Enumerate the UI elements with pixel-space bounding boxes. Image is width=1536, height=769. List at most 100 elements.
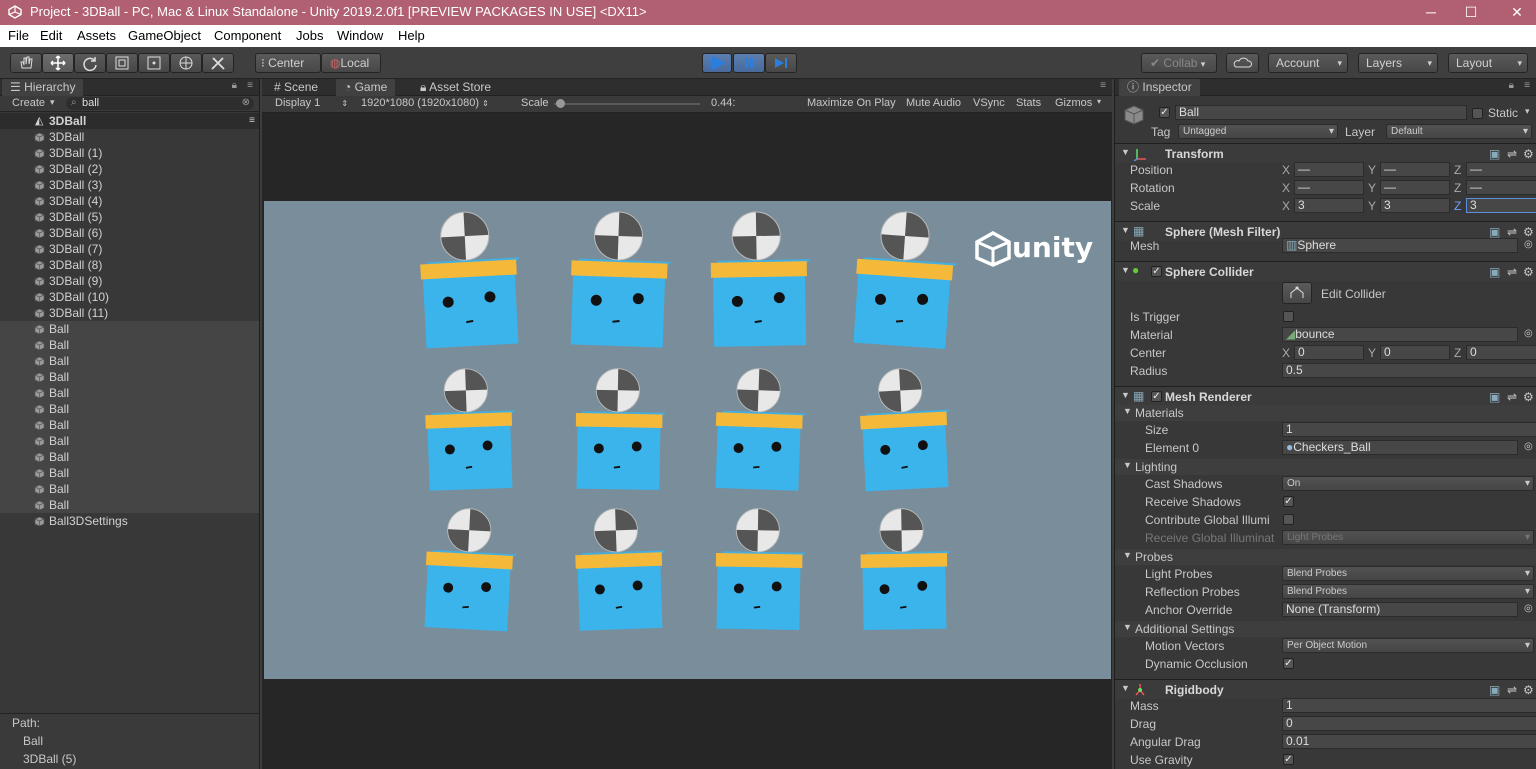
preset-icon[interactable]: ⇌ [1507,147,1517,161]
close-button[interactable]: ✕ [1494,0,1536,25]
axis-z-label[interactable]: Z [1454,163,1461,177]
axis-y-label[interactable]: Y [1368,346,1376,360]
hierarchy-item[interactable]: Ball [0,385,259,401]
scale-slider[interactable] [554,99,700,108]
help-book-icon[interactable]: ▣ [1489,147,1500,161]
hierarchy-item[interactable]: 3DBall (2) [0,161,259,177]
hierarchy-item[interactable]: 3DBall (10) [0,289,259,305]
menu-edit[interactable]: Edit [40,28,62,43]
sphere-collider-header[interactable]: ▼ ● ✓ Sphere Collider ▣ ⇌ ⚙ [1115,261,1536,281]
play-button[interactable] [702,53,732,73]
mute-audio-toggle[interactable]: Mute Audio [906,97,961,109]
axis-y-label[interactable]: Y [1368,199,1376,213]
object-picker-icon[interactable]: ◎ [1524,441,1533,452]
search-input[interactable]: ⌕ ball ⊗ [66,97,254,110]
foldout-arrow-icon[interactable]: ▼ [1121,265,1130,275]
hand-tool-button[interactable] [10,53,42,73]
hierarchy-item[interactable]: Ball [0,337,259,353]
receive-shadows-checkbox[interactable]: ✓ [1283,496,1294,507]
pivot-center-toggle[interactable]: ⁝ Center [255,53,321,73]
gear-icon[interactable]: ⚙ [1523,225,1534,239]
maximize-on-play-toggle[interactable]: Maximize On Play [807,97,896,109]
hierarchy-item[interactable]: 3DBall (5) [0,209,259,225]
foldout-arrow-icon[interactable]: ▼ [1121,683,1130,693]
help-book-icon[interactable]: ▣ [1489,225,1500,239]
angular-drag-field[interactable]: 0.01 [1282,734,1536,749]
transform-header[interactable]: ▼ Transform ▣ ⇌ ⚙ [1115,143,1536,163]
menu-jobs[interactable]: Jobs [296,28,323,43]
rotation-y-field[interactable]: — [1380,180,1450,195]
axis-z-label[interactable]: Z [1454,346,1461,360]
contribute-gi-checkbox[interactable] [1283,514,1294,525]
tab-scene[interactable]: # Scene [266,79,326,96]
scale-y-field[interactable]: 3 [1380,198,1450,213]
probes-section[interactable]: ▼ Probes [1115,549,1536,565]
axis-x-label[interactable]: X [1282,199,1290,213]
hierarchy-item[interactable]: Ball [0,465,259,481]
hierarchy-item[interactable]: Ball [0,353,259,369]
mesh-renderer-header[interactable]: ▼ ▦ ✓ Mesh Renderer ▣ ⇌ ⚙ [1115,386,1536,406]
menu-file[interactable]: File [8,28,29,43]
motion-vectors-dropdown[interactable]: Per Object Motion [1282,638,1534,653]
cast-shadows-dropdown[interactable]: On [1282,476,1534,491]
tab-inspector[interactable]: ⓘ Inspector [1119,79,1200,96]
hierarchy-item[interactable]: Ball [0,321,259,337]
gear-icon[interactable]: ⚙ [1523,390,1534,404]
help-book-icon[interactable]: ▣ [1489,265,1500,279]
hierarchy-item[interactable]: Ball3DSettings [0,513,259,529]
axis-y-label[interactable]: Y [1368,163,1376,177]
path-item[interactable]: Ball [23,734,43,748]
help-book-icon[interactable]: ▣ [1489,683,1500,697]
rotation-x-field[interactable]: — [1294,180,1364,195]
hierarchy-item[interactable]: 3DBall (8) [0,257,259,273]
collider-material-field[interactable]: ◢bounce [1282,327,1518,342]
hierarchy-item[interactable]: Ball [0,401,259,417]
step-button[interactable] [765,53,797,73]
hierarchy-item[interactable]: Ball [0,481,259,497]
preset-icon[interactable]: ⇌ [1507,265,1517,279]
hierarchy-item[interactable]: 3DBall (6) [0,225,259,241]
lighting-section[interactable]: ▼ Lighting [1115,459,1536,475]
foldout-arrow-icon[interactable]: ▼ [1121,147,1130,157]
drag-field[interactable]: 0 [1282,716,1536,731]
is-trigger-checkbox[interactable] [1283,311,1294,322]
foldout-arrow-icon[interactable]: ▼ [1121,390,1130,400]
dynamic-occlusion-checkbox[interactable]: ✓ [1283,658,1294,669]
rotate-tool-button[interactable] [74,53,106,73]
gizmos-dropdown[interactable]: Gizmos [1055,97,1092,109]
vsync-toggle[interactable]: VSync [973,97,1005,109]
move-tool-button[interactable] [42,53,74,73]
panel-menu-icon[interactable]: ≡ [247,80,253,91]
active-checkbox[interactable]: ✓ [1159,107,1170,118]
reflection-probes-dropdown[interactable]: Blend Probes [1282,584,1534,599]
center-z-field[interactable]: 0 [1466,345,1536,360]
panel-menu-icon[interactable]: ≡ [1100,80,1106,91]
create-dropdown[interactable]: Create [12,97,45,109]
position-z-field[interactable]: — [1466,162,1536,177]
stats-toggle[interactable]: Stats [1016,97,1041,109]
materials-section[interactable]: ▼ Materials [1115,405,1536,421]
clear-search-icon[interactable]: ⊗ [242,96,250,109]
tab-hierarchy[interactable]: ☰ Hierarchy [2,79,84,96]
rotation-z-field[interactable]: — [1466,180,1536,195]
position-x-field[interactable]: — [1294,162,1364,177]
materials-size-field[interactable]: 1 [1282,422,1536,437]
axis-z-label[interactable]: Z [1454,181,1461,195]
layout-dropdown[interactable]: Layout ▾ [1448,53,1528,73]
hierarchy-item[interactable]: Ball [0,433,259,449]
transform-tool-button[interactable] [170,53,202,73]
maximize-button[interactable]: ☐ [1448,0,1494,25]
path-item[interactable]: 3DBall (5) [23,752,76,766]
axis-z-label[interactable]: Z [1454,199,1461,213]
layers-dropdown[interactable]: Layers ▾ [1358,53,1438,73]
center-x-field[interactable]: 0 [1294,345,1364,360]
menu-gameobject[interactable]: GameObject [128,28,201,43]
menu-component[interactable]: Component [214,28,281,43]
rect-tool-button[interactable] [138,53,170,73]
scale-tool-button[interactable] [106,53,138,73]
panel-menu-icon[interactable]: ≡ [1524,80,1530,91]
object-picker-icon[interactable]: ◎ [1524,239,1533,250]
renderer-enabled-checkbox[interactable]: ✓ [1151,391,1162,402]
axis-y-label[interactable]: Y [1368,181,1376,195]
mesh-field[interactable]: ▥Sphere [1282,238,1518,253]
